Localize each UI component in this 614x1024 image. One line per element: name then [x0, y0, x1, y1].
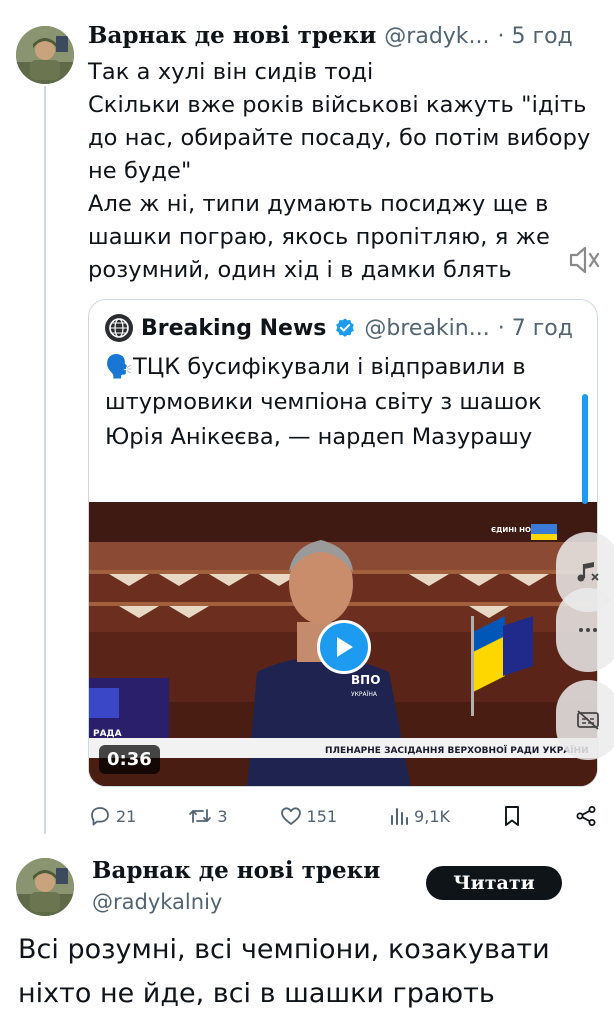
play-button[interactable] [317, 620, 371, 674]
captions-off-icon [577, 710, 599, 730]
more-options-button[interactable] [556, 588, 614, 672]
repost-button[interactable]: 3 [187, 804, 228, 828]
video-player[interactable]: ВПО УКРАЇНА ПЛЕНАРНЕ ЗАСІДАННЯ ВЕРХОВНОЇ… [89, 502, 597, 786]
author-avatar[interactable] [16, 26, 74, 84]
reply-author-handle[interactable]: @radykalniy [92, 890, 222, 914]
quote-author-name: Breaking News [141, 315, 327, 341]
video-corner-label: РАДА [93, 729, 122, 739]
reply-author-name[interactable]: Варнак де нові треки [92, 857, 380, 884]
reply-button[interactable]: 21 [88, 804, 136, 828]
reply-text: Всі розумні, всі чемпіони, козакувати ні… [18, 934, 550, 1009]
share-icon [576, 806, 596, 826]
tweet-header: Варнак де нові треки @radyk... · 5 год [88, 22, 598, 54]
views-button[interactable]: 9,1K [388, 804, 450, 828]
scrollbar-thumb[interactable] [582, 394, 588, 504]
quote-header: Breaking News @breakin... · 7 год [105, 314, 585, 342]
thread-connector-line [44, 86, 46, 834]
reply-count: 21 [116, 806, 137, 826]
reply-author-avatar[interactable] [16, 858, 74, 916]
video-duration: 0:36 [99, 745, 160, 774]
globe-icon [109, 318, 129, 338]
play-icon [337, 637, 353, 657]
quoted-tweet[interactable]: Breaking News @breakin... · 7 год 🗣️ТЦК … [88, 299, 598, 787]
like-count: 151 [306, 806, 338, 826]
verified-badge-icon [336, 318, 355, 337]
views-chart-icon [391, 808, 409, 825]
repost-icon [189, 809, 212, 823]
quote-time: · 7 год [497, 315, 573, 341]
tweet-time[interactable]: · 5 год [498, 24, 573, 49]
author-handle[interactable]: @radyk... [384, 24, 489, 49]
bookmark-button[interactable] [501, 804, 523, 828]
more-dots-icon [579, 628, 597, 632]
share-button[interactable] [574, 804, 598, 828]
quote-avatar [105, 314, 133, 342]
bookmark-icon [505, 806, 519, 826]
quote-text: 🗣️ТЦК бусифікували і відправили в штурмо… [105, 354, 542, 450]
captions-button[interactable] [556, 680, 614, 760]
follow-button[interactable]: Читати [426, 866, 562, 900]
like-button[interactable]: 151 [279, 804, 338, 828]
author-name[interactable]: Варнак де нові треки [88, 22, 376, 49]
tweet-actions-bar: 21 3 151 9,1K [88, 800, 598, 832]
music-note-icon [577, 562, 599, 582]
heart-icon [280, 807, 301, 825]
reply-icon [91, 807, 109, 826]
mute-icon[interactable] [566, 242, 602, 282]
video-caption: ПЛЕНАРНЕ ЗАСІДАННЯ ВЕРХОВНОЇ РАДИ УКРАЇН… [325, 745, 589, 756]
views-count: 9,1K [414, 806, 450, 826]
shirt-sub: УКРАЇНА [351, 691, 378, 698]
shirt-logo: ВПО [351, 673, 380, 687]
tweet-text: Так а хулі він сидів тоді Скільки вже ро… [88, 59, 591, 283]
quote-author-handle: @breakin... [364, 315, 490, 341]
repost-count: 3 [217, 806, 228, 826]
